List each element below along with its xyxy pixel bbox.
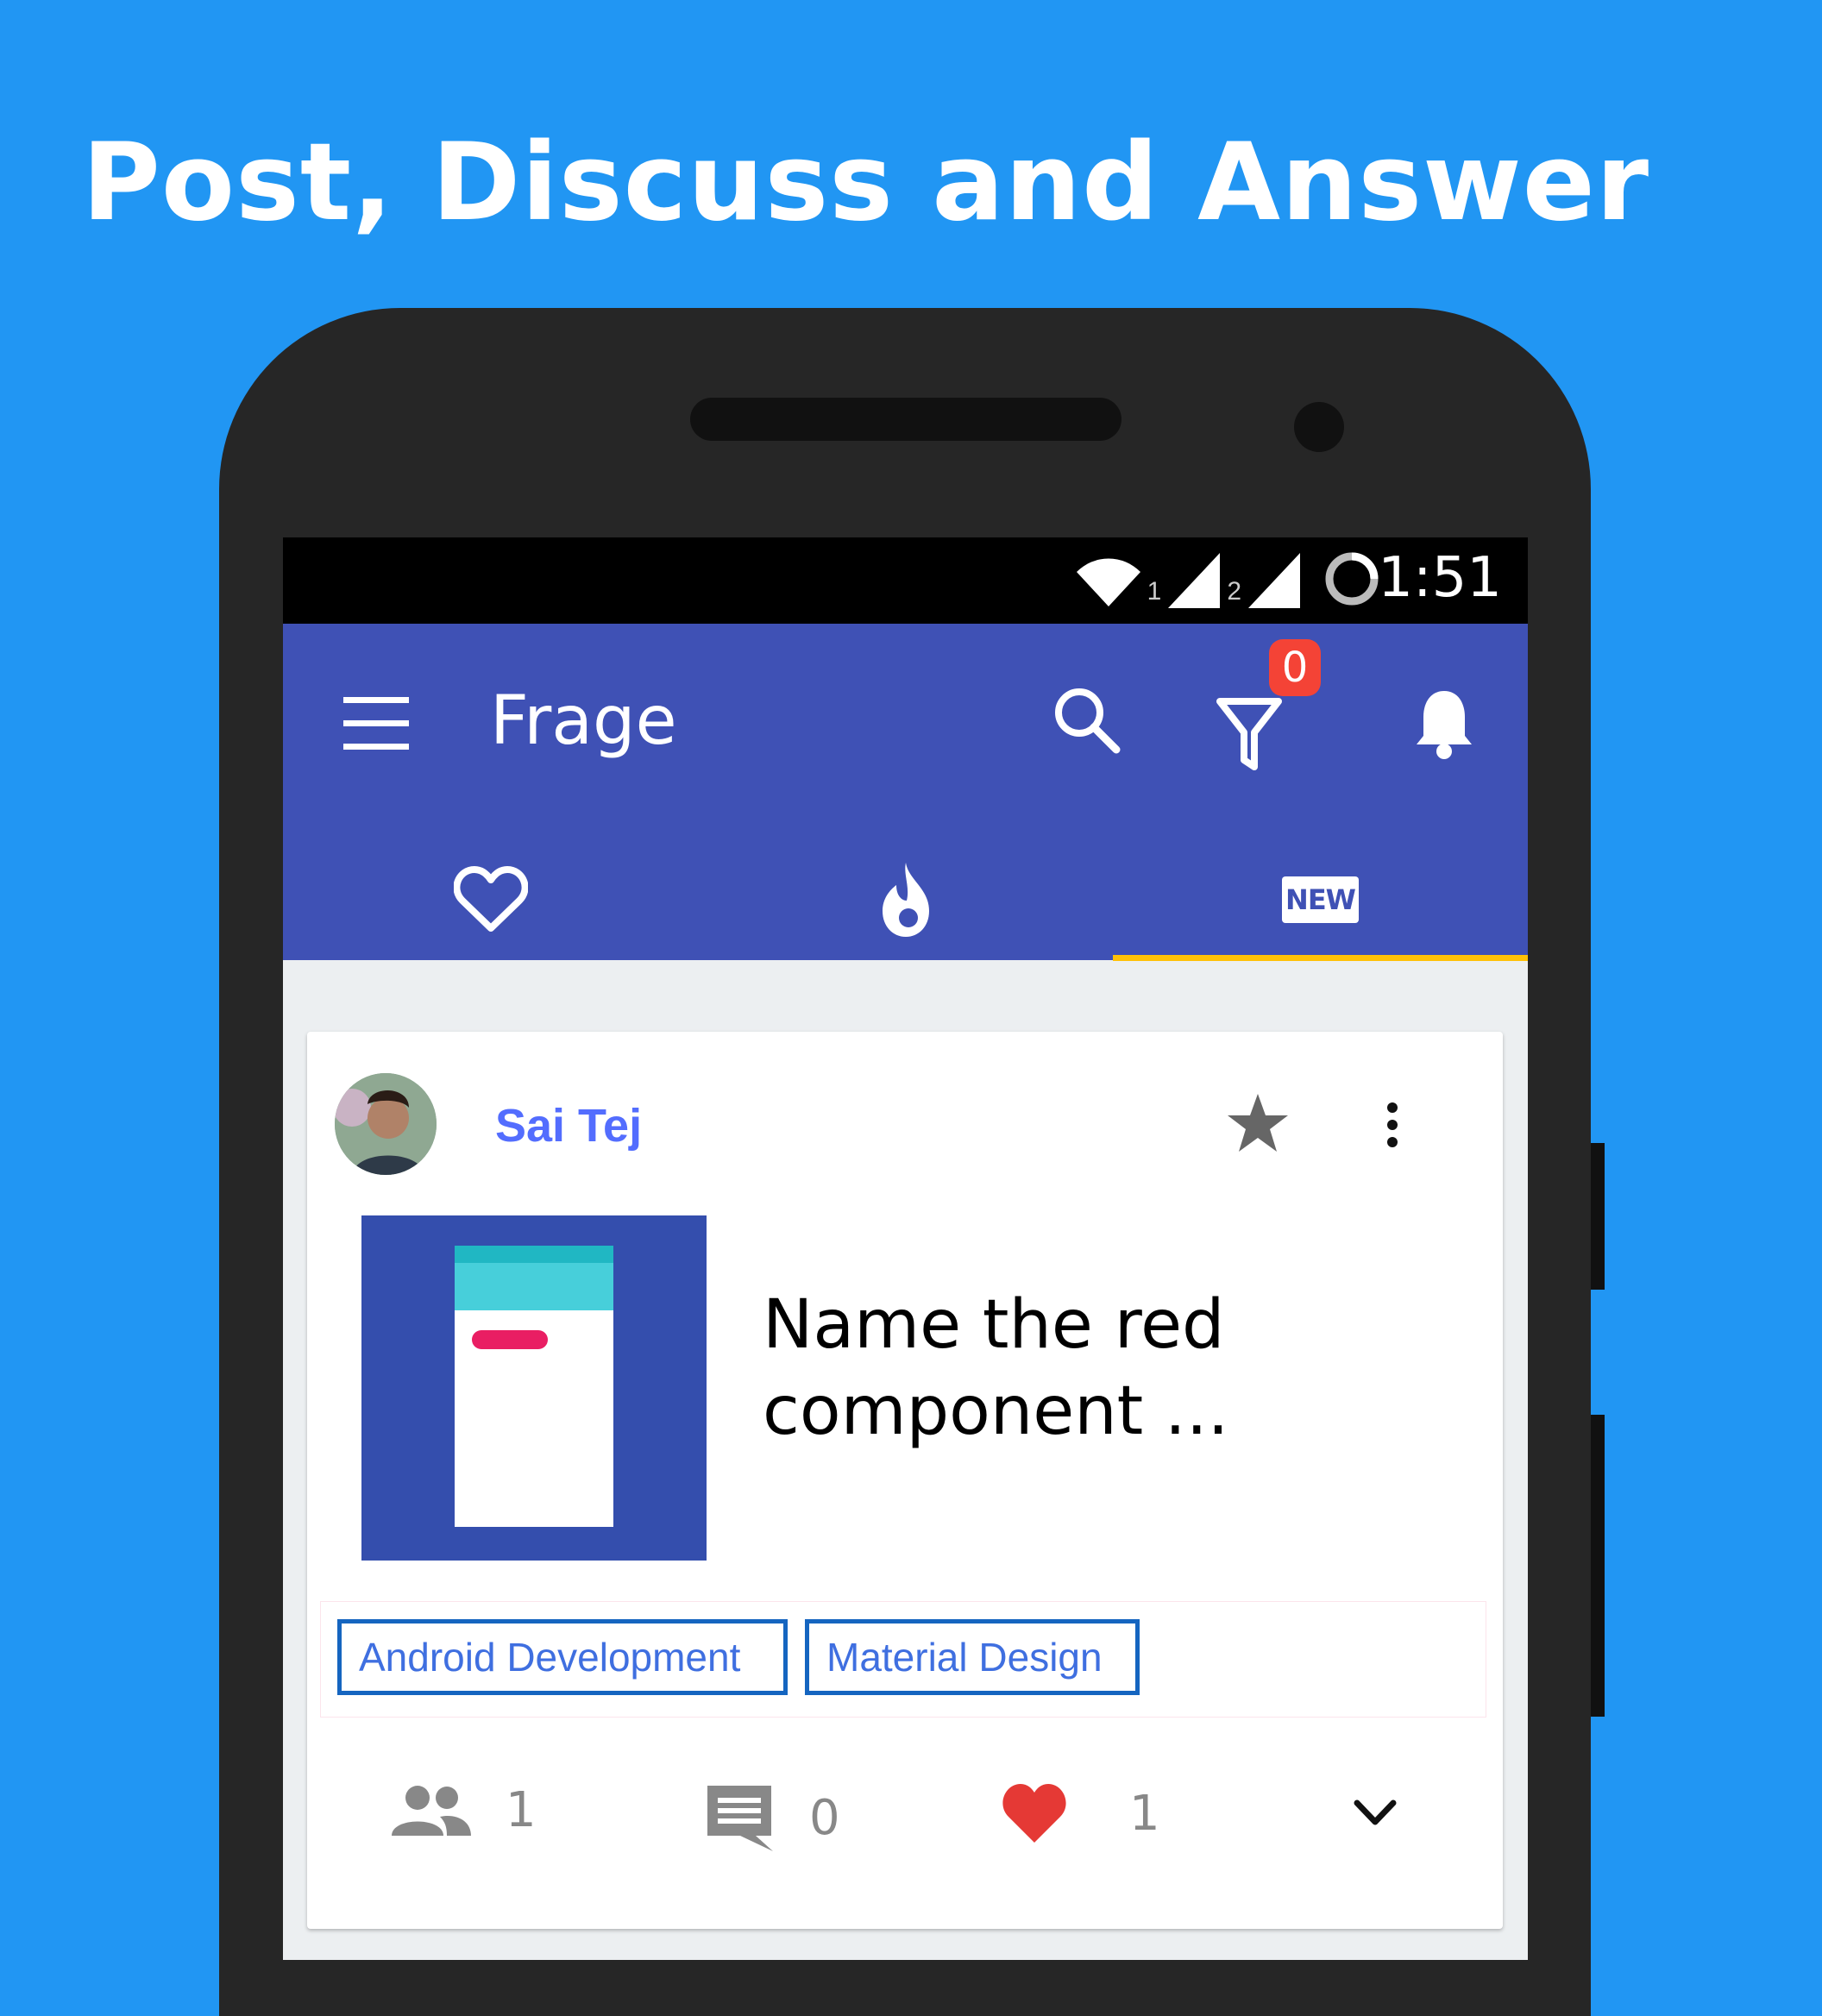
tags-container: Android Development Material Design xyxy=(320,1601,1486,1718)
likes-stat[interactable]: 1 xyxy=(1002,1782,1160,1844)
sim2-label: 2 xyxy=(1227,577,1241,606)
status-time: 1:51 xyxy=(1378,546,1502,610)
tab-favorites[interactable] xyxy=(283,839,698,960)
notifications-icon[interactable] xyxy=(1413,686,1475,760)
tag-material-design[interactable]: Material Design xyxy=(805,1619,1140,1695)
comments-stat[interactable]: 0 xyxy=(704,1782,840,1853)
app-bar: Frage 0 NEW xyxy=(283,624,1528,961)
filter-icon[interactable] xyxy=(1215,684,1284,779)
tab-trending[interactable] xyxy=(698,839,1113,960)
more-vert-icon[interactable] xyxy=(1384,1101,1401,1149)
likes-count: 1 xyxy=(1129,1785,1160,1842)
status-bar: 1 2 1:51 xyxy=(283,537,1528,624)
signal-1-icon xyxy=(1168,553,1221,608)
avatar[interactable] xyxy=(335,1073,437,1175)
wifi-icon xyxy=(1076,558,1140,606)
star-icon[interactable] xyxy=(1226,1092,1290,1154)
post-card[interactable]: Sai Tej Name the red component ... Andro… xyxy=(307,1032,1503,1929)
followers-count: 1 xyxy=(506,1782,537,1838)
tab-new[interactable]: NEW xyxy=(1113,839,1528,960)
heart-outline-icon xyxy=(453,866,528,932)
menu-icon[interactable] xyxy=(343,697,409,750)
question-image[interactable] xyxy=(361,1215,707,1561)
power-button xyxy=(1591,1415,1605,1717)
flame-icon xyxy=(882,863,929,937)
question-text[interactable]: Name the red component ... xyxy=(763,1282,1246,1454)
search-icon[interactable] xyxy=(1051,684,1123,757)
people-icon xyxy=(392,1785,471,1836)
phone-speaker xyxy=(690,398,1121,441)
volume-button xyxy=(1591,1143,1605,1290)
comments-count: 0 xyxy=(809,1789,840,1846)
heart-filled-icon xyxy=(1002,1784,1066,1843)
phone-screen: 1 2 1:51 Frage 0 NEW Sai Tej Name the re… xyxy=(283,537,1528,1960)
filter-badge: 0 xyxy=(1269,639,1321,696)
followers-stat[interactable]: 1 xyxy=(392,1782,537,1838)
chevron-down-icon[interactable] xyxy=(1354,1799,1397,1827)
loading-icon xyxy=(1325,552,1379,606)
comment-icon xyxy=(707,1786,773,1851)
tag-android-development[interactable]: Android Development xyxy=(337,1619,788,1695)
phone-camera xyxy=(1294,402,1344,452)
tab-indicator xyxy=(1113,955,1528,961)
author-name[interactable]: Sai Tej xyxy=(495,1099,642,1152)
status-icons: 1 2 xyxy=(1076,550,1381,608)
signal-2-icon xyxy=(1248,553,1300,608)
sim1-label: 1 xyxy=(1147,577,1162,606)
app-title: Frage xyxy=(490,682,677,760)
new-icon: NEW xyxy=(1282,876,1359,923)
promo-headline: Post, Discuss and Answer xyxy=(82,121,1649,245)
